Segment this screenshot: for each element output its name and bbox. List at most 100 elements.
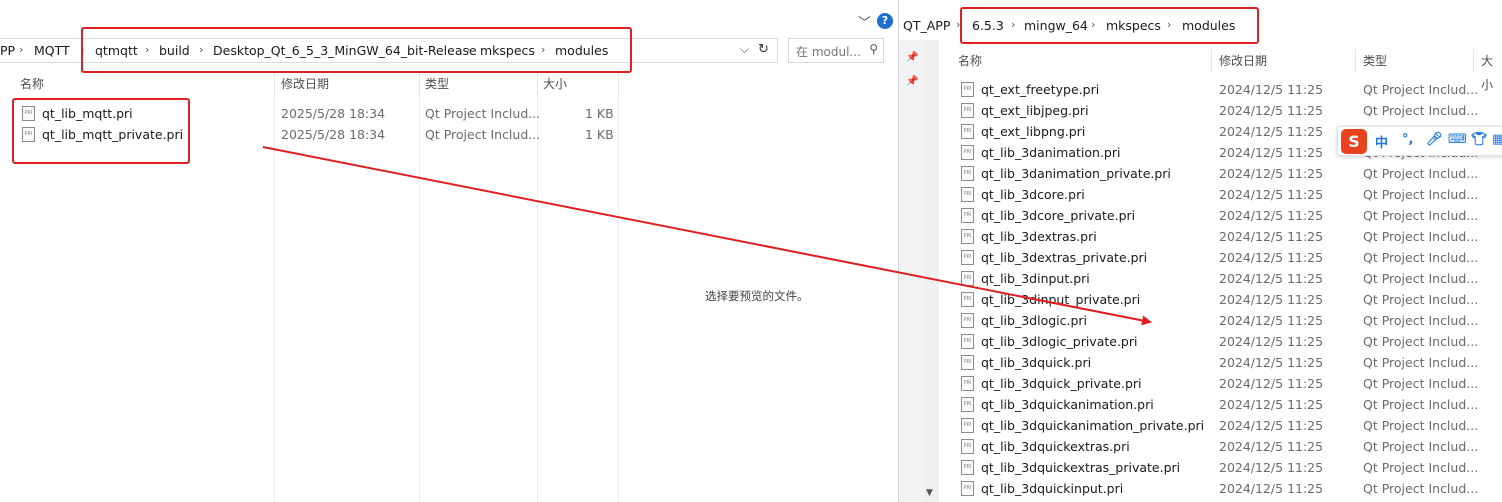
file-row[interactable]: PRI qt_lib_3dquickextras_private.pri 2024/… bbox=[961, 457, 1501, 478]
navigation-scrollbar[interactable]: ▼ bbox=[923, 40, 939, 502]
file-row[interactable]: PRI qt_lib_3dcore_private.pri 2024/12/5 11… bbox=[961, 205, 1501, 226]
ime-language-toggle[interactable]: 中 bbox=[1375, 132, 1388, 151]
breadcrumb-chevron-icon[interactable]: › bbox=[19, 43, 23, 56]
column-header-date[interactable]: 修改日期 bbox=[281, 72, 329, 96]
file-row[interactable]: PRI qt_lib_3dinput.pri 2024/12/5 11:25 Qt P… bbox=[961, 268, 1501, 289]
skin-icon[interactable]: 👕︎ bbox=[1471, 132, 1488, 147]
left-explorer-window: ﹀ ? PP › MQTT › qtmqtt › build › Desktop… bbox=[0, 0, 898, 502]
file-row[interactable]: PRI qt_lib_3dextras.pri 2024/12/5 11:25 Qt … bbox=[961, 226, 1501, 247]
keyboard-icon[interactable]: ⌨ bbox=[1448, 132, 1467, 147]
column-header-size[interactable]: 大小 bbox=[543, 72, 567, 96]
file-row[interactable]: PRI qt_lib_3dquickextras.pri 2024/12/5 11:… bbox=[961, 436, 1501, 457]
pri-file-icon: PRI bbox=[961, 208, 974, 223]
pri-file-icon: PRI bbox=[961, 187, 974, 202]
file-row[interactable]: PRI qt_lib_3dquick_private.pri 2024/12/5 1… bbox=[961, 373, 1501, 394]
file-type: Qt Project Includ... bbox=[425, 127, 541, 142]
breadcrumb-item[interactable]: PP bbox=[0, 43, 15, 58]
column-divider[interactable] bbox=[1355, 49, 1356, 73]
ribbon-collapse-chevron-icon[interactable]: ﹀ bbox=[858, 12, 871, 31]
file-type: Qt Project Includ... bbox=[1363, 292, 1479, 307]
sogou-logo-icon[interactable]: S bbox=[1341, 129, 1367, 154]
sogou-ime-toolbar[interactable]: S 中 °, 🎤︎ ⌨ 👕︎ ▦ bbox=[1337, 126, 1502, 156]
search-placeholder: 在 modul... bbox=[796, 45, 861, 59]
search-icon[interactable]: ⚲ bbox=[869, 42, 878, 56]
file-date: 2024/12/5 11:25 bbox=[1219, 460, 1324, 475]
search-input[interactable]: 在 modul... ⚲ bbox=[788, 38, 884, 63]
column-header-date[interactable]: 修改日期 bbox=[1219, 49, 1267, 73]
column-divider[interactable] bbox=[274, 72, 275, 96]
left-scrollbar[interactable] bbox=[876, 68, 898, 502]
file-type: Qt Project Includ... bbox=[1363, 166, 1479, 181]
file-name: qt_lib_3dlogic_private.pri bbox=[981, 334, 1138, 349]
column-header-size[interactable]: 大小 bbox=[1481, 49, 1502, 92]
file-row[interactable]: PRI qt_lib_3danimation_private.pri 2024/12… bbox=[961, 163, 1501, 184]
file-date: 2025/5/28 18:34 bbox=[281, 106, 386, 121]
file-row[interactable]: PRI qt_lib_3dquickinput.pri 2024/12/5 11:2… bbox=[961, 478, 1501, 499]
column-divider[interactable] bbox=[1473, 49, 1474, 73]
file-name: qt_ext_libjpeg.pri bbox=[981, 103, 1089, 118]
file-row[interactable]: PRI qt_lib_3dlogic.pri 2024/12/5 11:25 Qt P… bbox=[961, 310, 1501, 331]
pri-file-icon: PRI bbox=[961, 313, 974, 328]
file-name: qt_lib_3dquickextras.pri bbox=[981, 439, 1130, 454]
file-row[interactable]: PRI qt_lib_3dinput_private.pri 2024/12/5 1… bbox=[961, 289, 1501, 310]
file-name: qt_lib_3dquick.pri bbox=[981, 355, 1092, 370]
navigation-pane[interactable]: 📌 📌 bbox=[899, 40, 923, 502]
pri-file-icon: PRI bbox=[961, 418, 974, 433]
address-dropdown-chevron-icon[interactable]: ⌵ bbox=[740, 42, 749, 57]
right-explorer-window: QT_APP › 6.5.3 › mingw_64 › mkspecs › mo… bbox=[898, 0, 1502, 502]
column-divider[interactable] bbox=[537, 72, 538, 96]
column-divider[interactable] bbox=[419, 72, 420, 96]
file-name: qt_lib_3dlogic.pri bbox=[981, 313, 1088, 328]
highlight-box-source-path bbox=[81, 27, 632, 73]
file-row[interactable]: PRI qt_ext_libjpeg.pri 2024/12/5 11:25 Qt P… bbox=[961, 100, 1501, 121]
file-date: 2024/12/5 11:25 bbox=[1219, 418, 1324, 433]
file-type: Qt Project Includ... bbox=[1363, 397, 1479, 412]
preview-pane-message: 选择要预览的文件。 bbox=[705, 289, 809, 303]
pin-icon[interactable]: 📌 bbox=[906, 76, 918, 87]
column-divider[interactable] bbox=[1211, 49, 1212, 73]
file-name: qt_lib_3dinput_private.pri bbox=[981, 292, 1141, 307]
file-name: qt_lib_3dquick_private.pri bbox=[981, 376, 1142, 391]
pin-icon[interactable]: 📌 bbox=[906, 52, 918, 63]
file-size: 1 KB bbox=[585, 106, 614, 121]
file-name: qt_lib_3dextras_private.pri bbox=[981, 250, 1148, 265]
column-divider[interactable] bbox=[618, 72, 619, 96]
column-header-type[interactable]: 类型 bbox=[425, 72, 449, 96]
file-date: 2024/12/5 11:25 bbox=[1219, 481, 1324, 496]
file-type: Qt Project Includ... bbox=[425, 106, 541, 121]
file-row[interactable]: PRI qt_lib_3dquickanimation.pri 2024/12/5 … bbox=[961, 394, 1501, 415]
file-row[interactable]: PRI qt_lib_3dquick.pri 2024/12/5 11:25 Qt P… bbox=[961, 352, 1501, 373]
column-header-type[interactable]: 类型 bbox=[1363, 49, 1387, 73]
file-row[interactable]: PRI qt_lib_3dextras_private.pri 2024/12/5 … bbox=[961, 247, 1501, 268]
grid-icon[interactable]: ▦ bbox=[1492, 132, 1502, 147]
column-gridline bbox=[419, 96, 420, 502]
file-row[interactable]: PRI qt_lib_3dquickanimation_private.pri 20… bbox=[961, 415, 1501, 436]
file-name: qt_lib_3dextras.pri bbox=[981, 229, 1097, 244]
pri-file-icon: PRI bbox=[961, 229, 974, 244]
file-name: qt_lib_3dquickanimation_private.pri bbox=[981, 418, 1205, 433]
file-type: Qt Project Includ... bbox=[1363, 229, 1479, 244]
pri-file-icon: PRI bbox=[961, 481, 974, 496]
column-header-name[interactable]: 名称 bbox=[958, 49, 982, 73]
column-header-name[interactable]: 名称 bbox=[20, 72, 44, 96]
file-date: 2024/12/5 11:25 bbox=[1219, 145, 1324, 160]
pri-file-icon: PRI bbox=[961, 82, 974, 97]
file-date: 2024/12/5 11:25 bbox=[1219, 397, 1324, 412]
breadcrumb-item[interactable]: QT_APP bbox=[903, 18, 950, 33]
file-name: qt_lib_3dquickextras_private.pri bbox=[981, 460, 1181, 475]
refresh-icon[interactable]: ↻ bbox=[758, 42, 769, 57]
file-type: Qt Project Includ... bbox=[1363, 418, 1479, 433]
scroll-down-arrow-icon[interactable]: ▼ bbox=[926, 488, 933, 498]
file-row[interactable]: PRI qt_lib_3dcore.pri 2024/12/5 11:25 Qt Pr… bbox=[961, 184, 1501, 205]
file-size: 1 KB bbox=[585, 127, 614, 142]
help-icon[interactable]: ? bbox=[877, 13, 893, 29]
pri-file-icon: PRI bbox=[961, 355, 974, 370]
screenshot-stage: ﹀ ? PP › MQTT › qtmqtt › build › Desktop… bbox=[0, 0, 1502, 502]
breadcrumb-item[interactable]: MQTT bbox=[34, 43, 70, 58]
file-row[interactable]: PRI qt_ext_freetype.pri 2024/12/5 11:25 Qt … bbox=[961, 79, 1501, 100]
ime-punctuation-toggle[interactable]: °, bbox=[1402, 132, 1413, 147]
file-row[interactable]: PRI qt_lib_3dlogic_private.pri 2024/12/5 1… bbox=[961, 331, 1501, 352]
mic-icon[interactable]: 🎤︎ bbox=[1426, 132, 1443, 147]
pri-file-icon: PRI bbox=[961, 271, 974, 286]
file-type: Qt Project Includ... bbox=[1363, 187, 1479, 202]
